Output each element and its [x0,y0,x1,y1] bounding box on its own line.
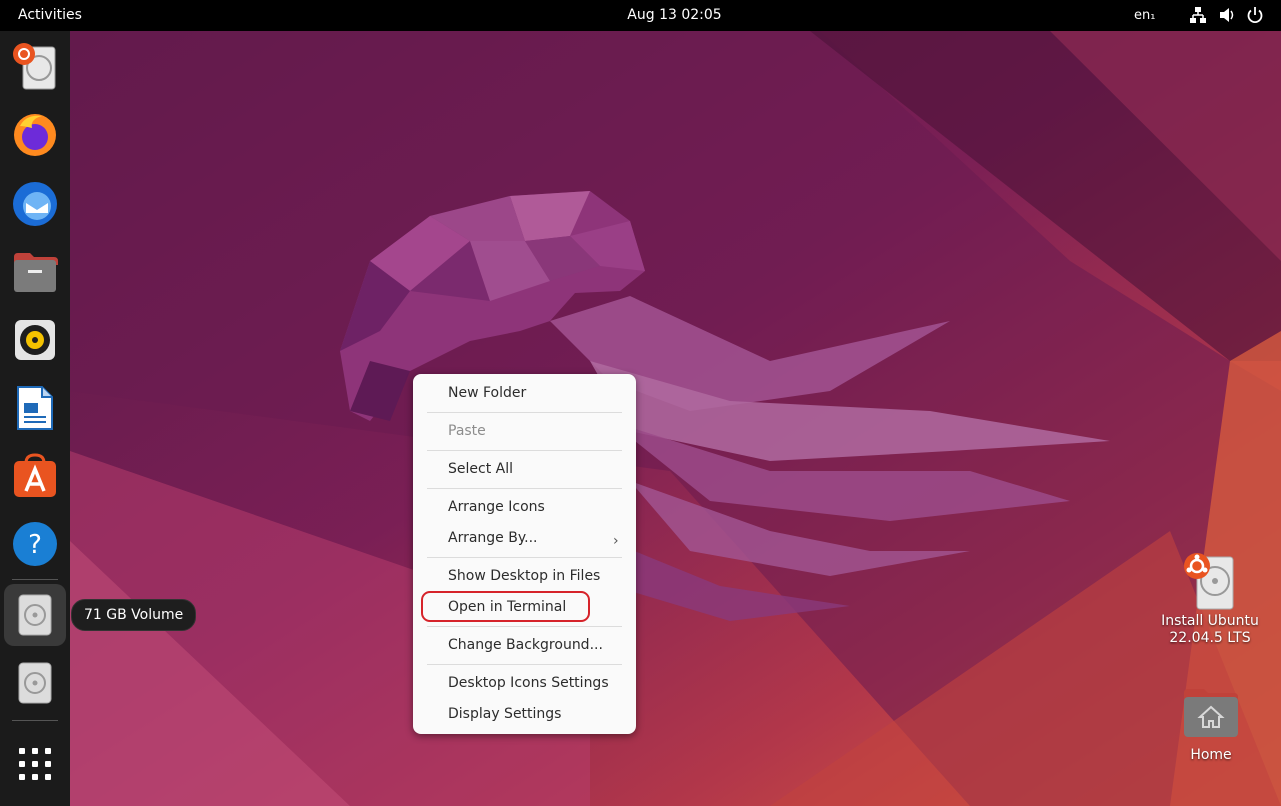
desktop[interactable]: Install Ubuntu 22.04.5 LTS Home [70,31,1281,806]
drive-icon [18,594,52,636]
menu-item-paste: Paste [448,423,486,439]
menu-separator [427,412,622,413]
dock-help[interactable]: ? [4,513,66,575]
svg-text:?: ? [28,530,42,560]
dock-libreoffice-writer[interactable] [4,377,66,439]
menu-separator [427,450,622,451]
dock: ? [0,31,70,806]
dock-firefox[interactable] [4,104,66,166]
datetime-clock[interactable]: Aug 13 02:05 [627,7,721,23]
power-icon[interactable] [1246,6,1264,24]
dock-drive-2[interactable] [4,652,66,714]
dock-separator [12,720,58,721]
rhythmbox-icon [15,320,55,360]
menu-item-new-folder[interactable]: New Folder [448,381,526,405]
dock-rhythmbox[interactable] [4,309,66,371]
dock-thunderbird[interactable] [4,173,66,235]
install-ubuntu-label-line1: Install Ubuntu [1161,613,1259,629]
thunderbird-icon [13,182,57,226]
help-icon: ? [13,522,57,566]
files-icon [14,253,58,292]
dock-files[interactable] [4,241,66,303]
app-grid-icon [19,748,51,780]
keyboard-language-indicator[interactable]: en₁ [1134,8,1155,23]
activities-button[interactable]: Activities [18,7,82,23]
network-icon[interactable] [1189,6,1207,24]
libreoffice-writer-icon [17,386,53,430]
menu-item-change-background[interactable]: Change Background... [448,633,603,657]
annotation-highlight-open-in-terminal [421,591,590,622]
install-ubuntu-desktop-icon[interactable]: Install Ubuntu 22.04.5 LTS [1150,551,1270,647]
dock-install-ubuntu[interactable] [4,35,66,97]
dock-tooltip: 71 GB Volume [71,599,197,631]
menu-separator [427,488,622,489]
firefox-icon [14,114,56,156]
menu-item-arrange-by[interactable]: Arrange By... [448,526,538,550]
home-folder-icon [1184,689,1238,737]
menu-item-desktop-icons-settings[interactable]: Desktop Icons Settings [448,671,609,695]
menu-separator [427,557,622,558]
menu-item-arrange-icons[interactable]: Arrange Icons [448,495,545,519]
install-ubuntu-label-line2: 22.04.5 LTS [1169,630,1251,646]
dock-drive-71gb[interactable] [4,584,66,646]
menu-item-select-all[interactable]: Select All [448,457,513,481]
menu-item-display-settings[interactable]: Display Settings [448,702,561,726]
install-ubuntu-icon [13,43,56,90]
wallpaper-jellyfish [70,31,1281,806]
volume-icon[interactable] [1218,6,1236,24]
home-label: Home [1190,747,1232,763]
menu-separator [427,664,622,665]
ubuntu-software-icon [14,453,56,497]
desktop-context-menu: New Folder Paste Select All Arrange Icon… [413,374,636,734]
top-bar: Activities Aug 13 02:05 en₁ [0,0,1281,31]
menu-item-show-desktop-in-files[interactable]: Show Desktop in Files [448,564,600,588]
dock-ubuntu-software[interactable] [4,445,66,507]
menu-separator [427,626,622,627]
home-desktop-icon[interactable]: Home [1170,685,1252,764]
disk-installer-icon [1184,553,1234,610]
dock-separator [12,579,58,580]
submenu-chevron-icon: › [613,533,619,549]
dock-show-apps[interactable] [4,733,66,795]
drive-icon [18,662,52,704]
